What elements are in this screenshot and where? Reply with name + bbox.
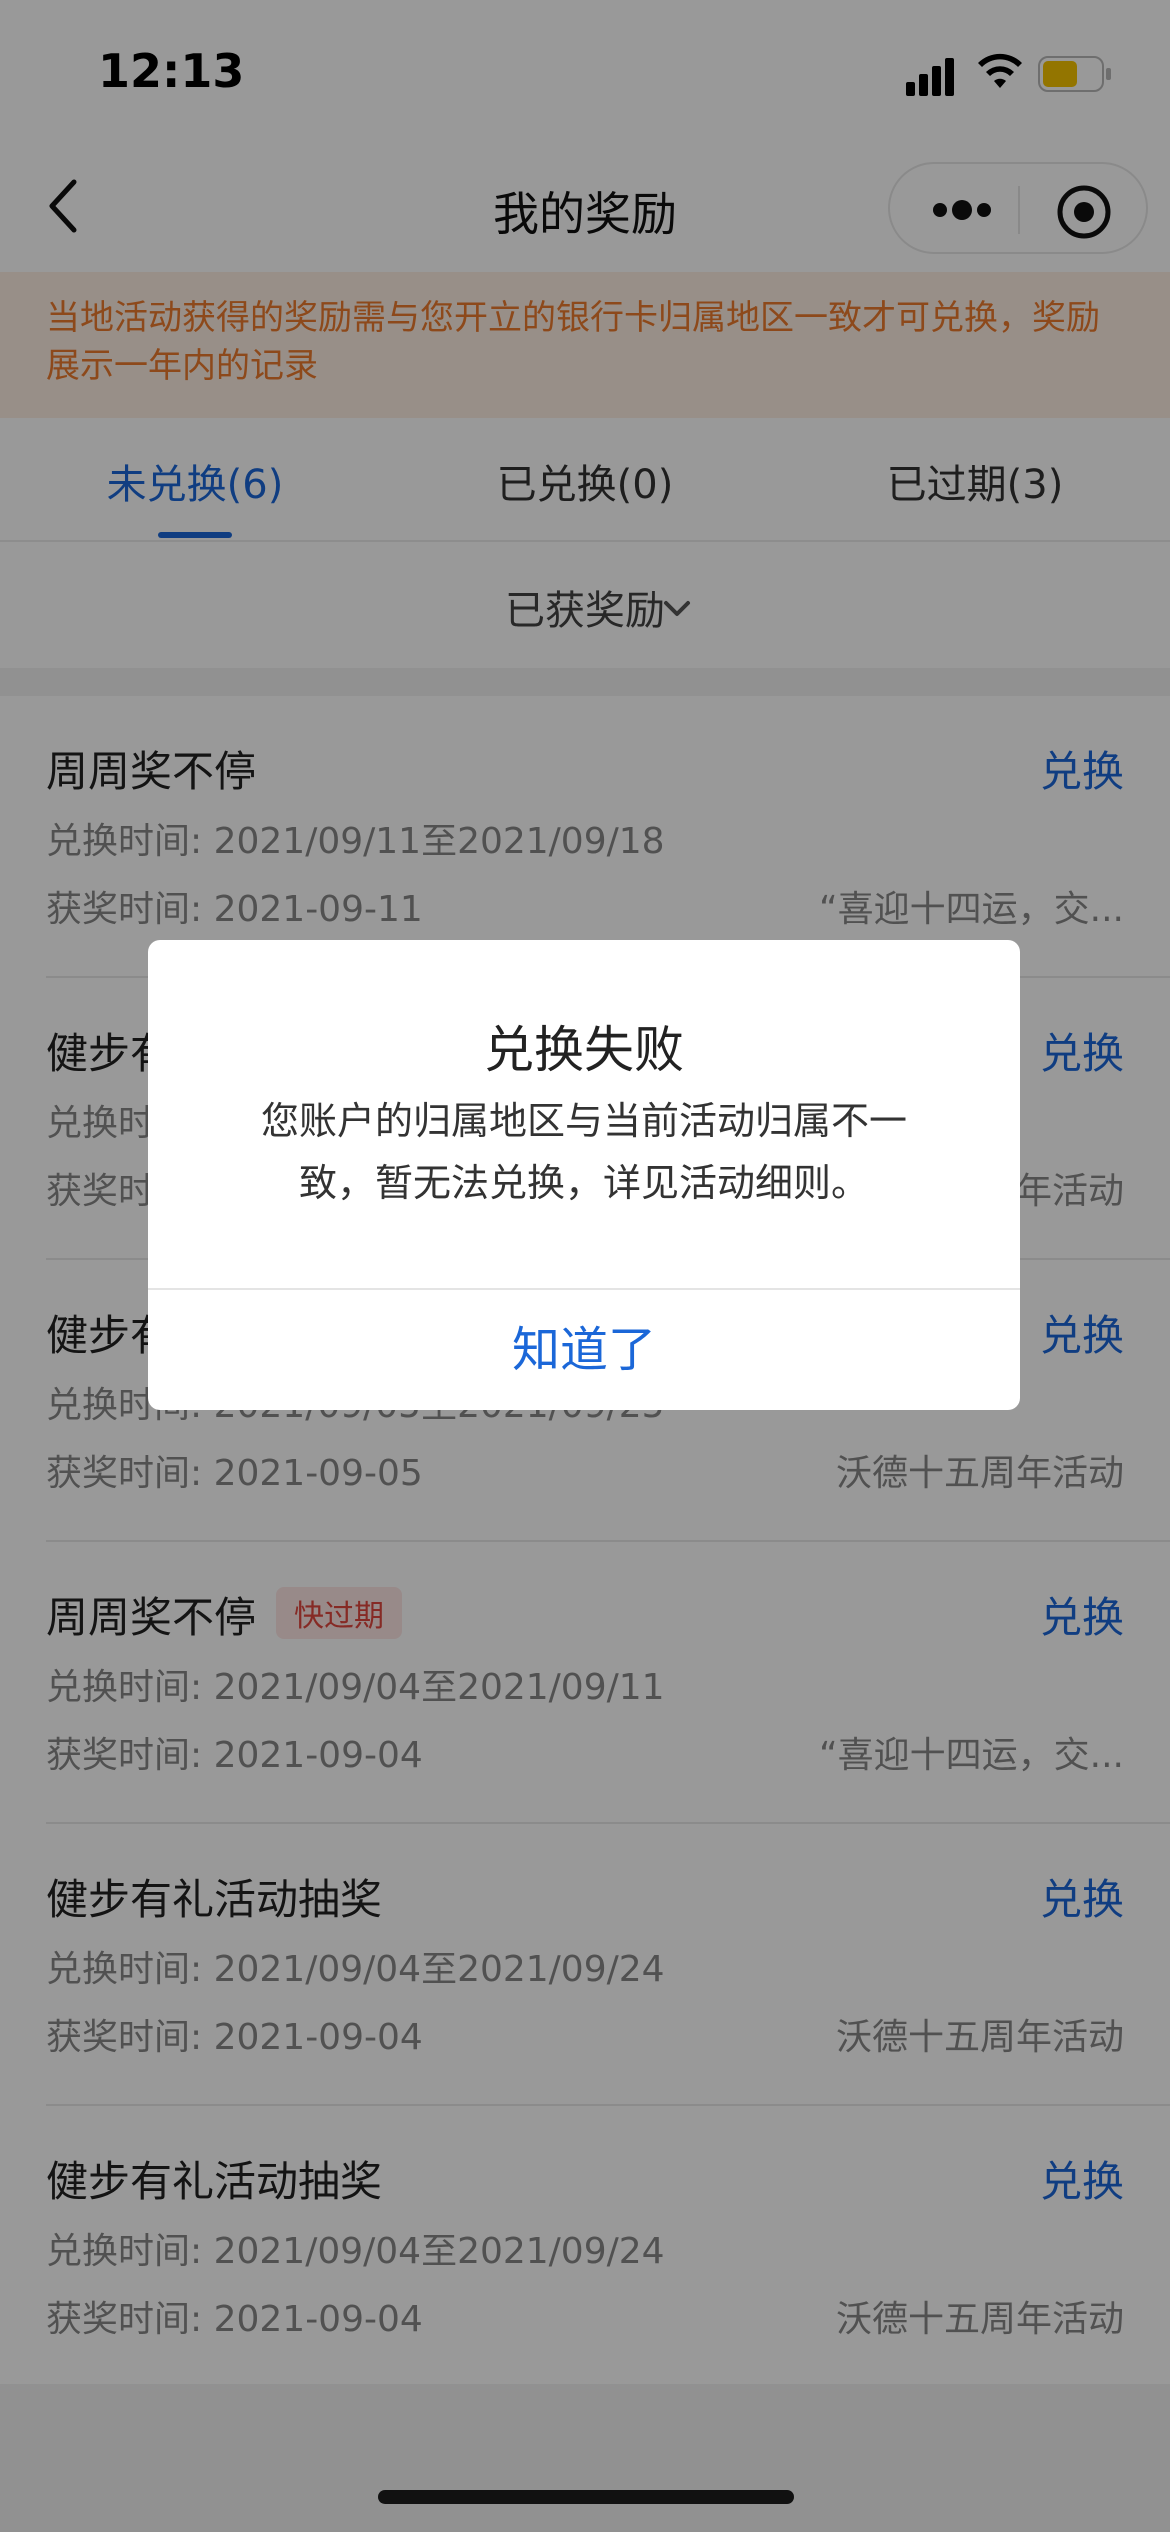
dialog-title: 兑换失败	[484, 1021, 684, 1079]
home-indicator[interactable]	[378, 2490, 794, 2504]
acknowledge-button[interactable]: 知道了	[148, 1290, 1020, 1410]
dialog-message: 您账户的归属地区与当前活动归属不一致，暂无法兑换，详见活动细则。	[260, 1099, 907, 1205]
error-dialog: 兑换失败 您账户的归属地区与当前活动归属不一致，暂无法兑换，详见活动细则。 知道…	[148, 940, 1020, 1410]
